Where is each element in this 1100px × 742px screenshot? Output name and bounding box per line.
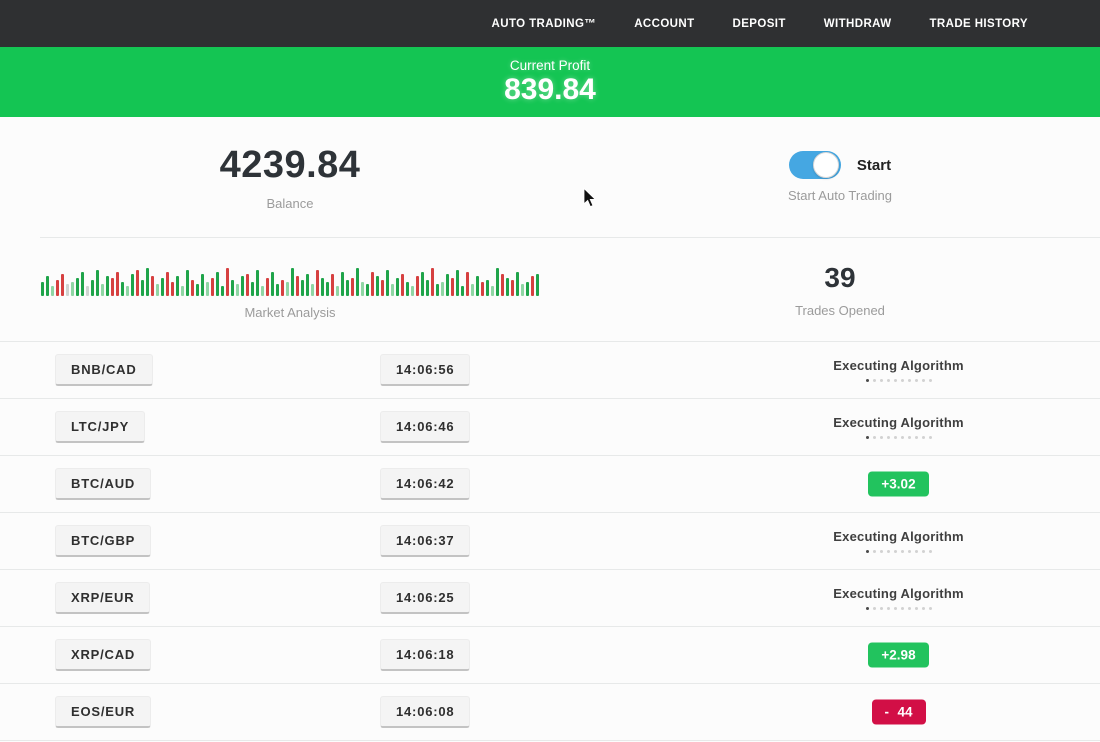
- pair-badge[interactable]: EOS/EUR: [55, 696, 151, 728]
- market-analysis-chart: [41, 259, 539, 296]
- profit-badge: + 3.02: [868, 472, 928, 497]
- auto-trading-page: AUTO TRADING™ ACCOUNT DEPOSIT WITHDRAW T…: [0, 0, 1100, 742]
- trade-row: XRP/CAD 14:06:18 + 2.98: [0, 627, 1100, 684]
- executing-label: Executing Algorithm: [833, 358, 963, 373]
- trade-status-result: + 2.98: [697, 643, 1100, 668]
- trade-status-executing: Executing Algorithm: [697, 415, 1100, 439]
- trades-list: BNB/CAD 14:06:56 Executing Algorithm LTC…: [0, 341, 1100, 741]
- trades-opened-label: Trades Opened: [795, 303, 885, 318]
- balance-label: Balance: [267, 196, 314, 211]
- trade-row: BTC/AUD 14:06:42 + 3.02: [0, 456, 1100, 513]
- time-badge: 14:06:56: [380, 354, 470, 386]
- result-sign: +: [881, 477, 889, 492]
- current-profit-label: Current Profit: [510, 58, 590, 73]
- result-value: 2.98: [889, 648, 915, 663]
- time-badge: 14:06:46: [380, 411, 470, 443]
- time-badge: 14:06:08: [380, 696, 470, 728]
- result-value: 44: [897, 705, 912, 720]
- pair-badge[interactable]: XRP/CAD: [55, 639, 151, 671]
- progress-dots-icon: [866, 436, 932, 439]
- trade-status-result: - 44: [697, 700, 1100, 725]
- executing-label: Executing Algorithm: [833, 529, 963, 544]
- auto-trading-caption: Start Auto Trading: [788, 188, 892, 203]
- pair-badge[interactable]: BNB/CAD: [55, 354, 153, 386]
- pair-badge[interactable]: BTC/AUD: [55, 468, 151, 500]
- time-badge: 14:06:25: [380, 582, 470, 614]
- trade-status-executing: Executing Algorithm: [697, 586, 1100, 610]
- balance-block: 4239.84 Balance: [0, 117, 580, 237]
- current-profit-banner: Current Profit 839.84: [0, 47, 1100, 117]
- trade-row: BTC/GBP 14:06:37 Executing Algorithm: [0, 513, 1100, 570]
- pair-badge[interactable]: BTC/GBP: [55, 525, 151, 557]
- trade-status-executing: Executing Algorithm: [697, 529, 1100, 553]
- time-badge: 14:06:18: [380, 639, 470, 671]
- auto-trading-toggle[interactable]: [789, 151, 841, 179]
- nav-item-withdraw[interactable]: WITHDRAW: [824, 18, 892, 30]
- pair-badge[interactable]: LTC/JPY: [55, 411, 145, 443]
- toggle-label: Start: [857, 157, 891, 174]
- result-sign: -: [885, 705, 890, 720]
- trade-status-result: + 3.02: [697, 472, 1100, 497]
- executing-label: Executing Algorithm: [833, 586, 963, 601]
- executing-label: Executing Algorithm: [833, 415, 963, 430]
- progress-dots-icon: [866, 379, 932, 382]
- balance-value: 4239.84: [220, 144, 361, 187]
- current-profit-value: 839.84: [504, 73, 596, 108]
- nav-item-auto-trading[interactable]: AUTO TRADING™: [492, 18, 597, 30]
- market-analysis-block: Market Analysis: [0, 238, 580, 341]
- trade-row: XRP/EUR 14:06:25 Executing Algorithm: [0, 570, 1100, 627]
- auto-trading-block: Start Start Auto Trading: [580, 117, 1100, 237]
- nav-item-deposit[interactable]: DEPOSIT: [733, 18, 786, 30]
- pair-badge[interactable]: XRP/EUR: [55, 582, 150, 614]
- time-badge: 14:06:37: [380, 525, 470, 557]
- trade-row: BNB/CAD 14:06:56 Executing Algorithm: [0, 342, 1100, 399]
- stats-row-balance: 4239.84 Balance Start Start Auto Trading: [0, 117, 1100, 237]
- market-analysis-label: Market Analysis: [244, 305, 335, 320]
- progress-dots-icon: [866, 607, 932, 610]
- toggle-knob-icon: [813, 152, 839, 178]
- trade-status-executing: Executing Algorithm: [697, 358, 1100, 382]
- trades-opened-value: 39: [824, 262, 855, 294]
- profit-badge: + 2.98: [868, 643, 928, 668]
- trades-opened-block: 39 Trades Opened: [580, 238, 1100, 341]
- stats-row-market: Market Analysis 39 Trades Opened: [0, 238, 1100, 341]
- nav-item-account[interactable]: ACCOUNT: [634, 18, 694, 30]
- trade-row: EOS/EUR 14:06:08 - 44: [0, 684, 1100, 741]
- top-nav: AUTO TRADING™ ACCOUNT DEPOSIT WITHDRAW T…: [0, 0, 1100, 47]
- result-value: 3.02: [889, 477, 915, 492]
- result-sign: +: [881, 648, 889, 663]
- time-badge: 14:06:42: [380, 468, 470, 500]
- trade-row: LTC/JPY 14:06:46 Executing Algorithm: [0, 399, 1100, 456]
- nav-item-trade-history[interactable]: TRADE HISTORY: [930, 18, 1029, 30]
- progress-dots-icon: [866, 550, 932, 553]
- loss-badge: - 44: [872, 700, 926, 725]
